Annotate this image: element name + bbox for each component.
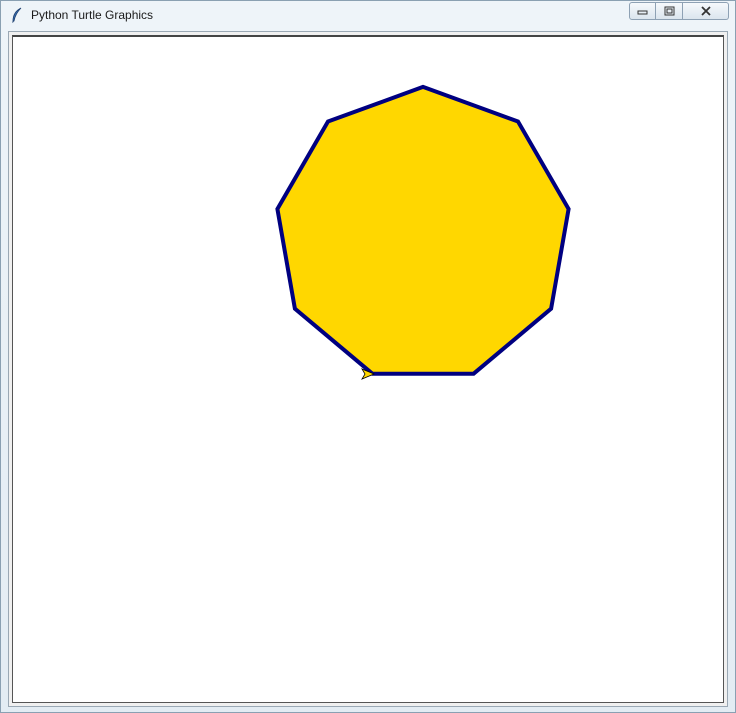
turtle-window: Python Turtle Graphics bbox=[0, 0, 736, 713]
maximize-button[interactable] bbox=[656, 2, 683, 20]
feather-icon bbox=[12, 7, 22, 23]
nonagon-shape bbox=[275, 84, 571, 376]
close-icon bbox=[700, 6, 711, 16]
maximize-icon bbox=[664, 6, 674, 16]
minimize-button[interactable] bbox=[629, 2, 656, 20]
window-controls bbox=[629, 2, 729, 20]
turtle-canvas[interactable] bbox=[12, 35, 724, 703]
window-title: Python Turtle Graphics bbox=[31, 8, 154, 22]
drawing-surface bbox=[275, 84, 571, 380]
minimize-icon bbox=[637, 10, 648, 15]
title-bar[interactable]: Python Turtle Graphics bbox=[1, 1, 735, 29]
canvas-frame bbox=[8, 31, 728, 707]
close-button[interactable] bbox=[683, 2, 729, 20]
